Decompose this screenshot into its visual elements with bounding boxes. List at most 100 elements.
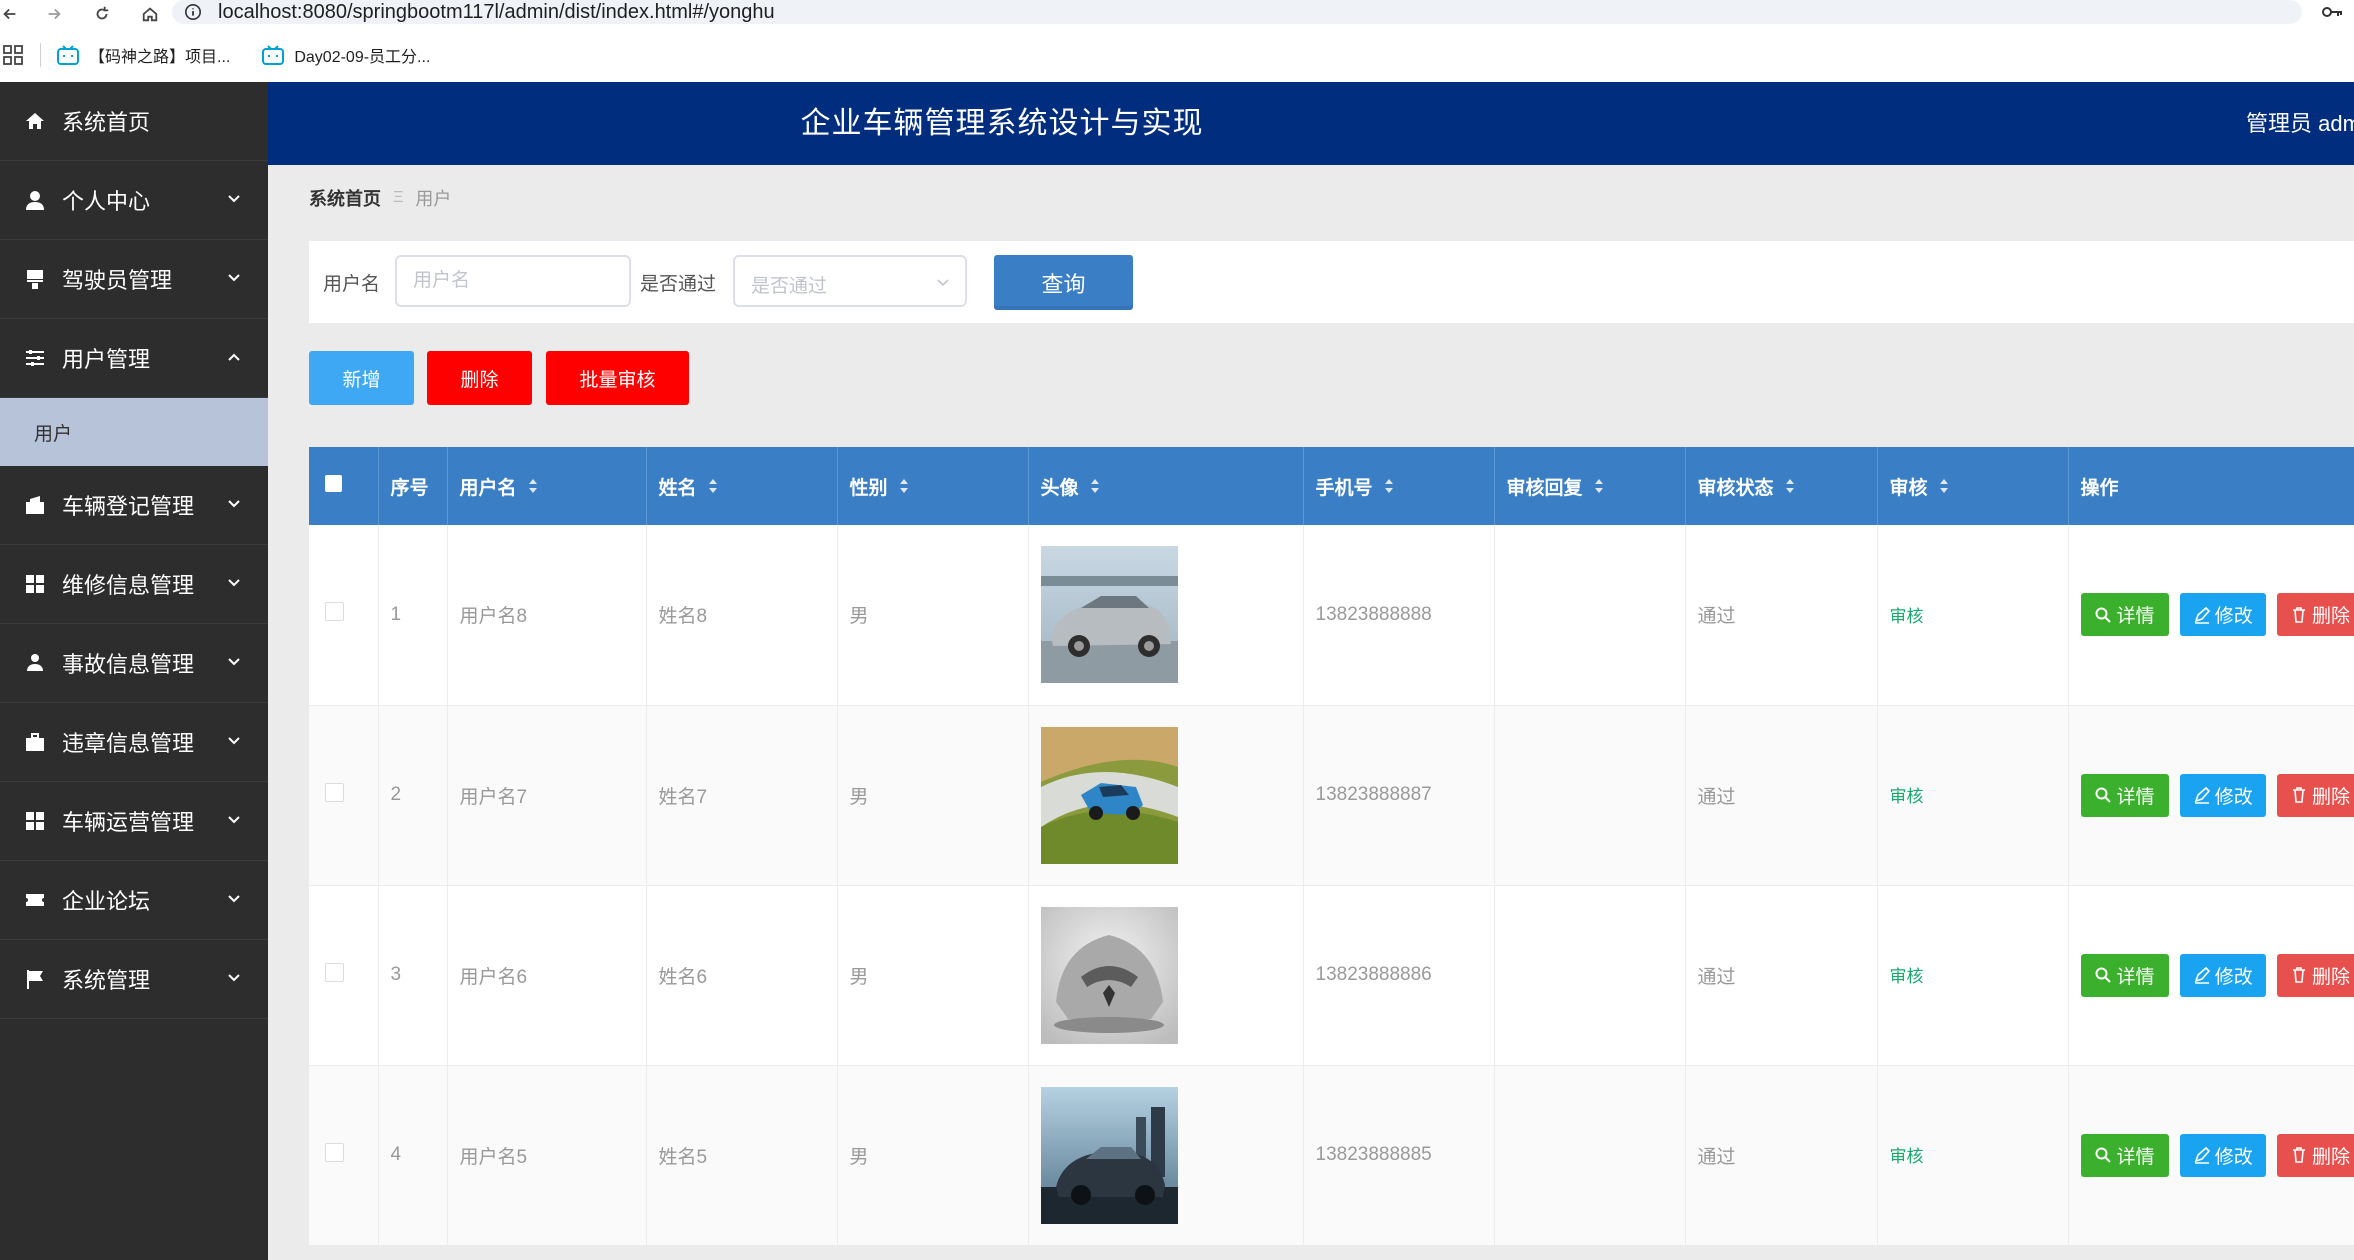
cell-audit: 审核 <box>1877 705 2069 886</box>
row-checkbox[interactable] <box>325 602 344 622</box>
row-delete-button[interactable]: 删除 <box>2277 593 2354 637</box>
breadcrumb: 系统首页 Ξ 用户 <box>309 185 451 211</box>
detail-button[interactable]: 详情 <box>2080 593 2169 637</box>
sort-icon[interactable] <box>707 477 719 495</box>
home-browser-icon[interactable] <box>136 2 164 26</box>
sort-icon[interactable] <box>527 477 539 495</box>
suitcase-icon <box>22 729 48 755</box>
cell-actions: 详情 修改 删除 <box>2068 525 2354 706</box>
edit-button[interactable]: 修改 <box>2179 773 2266 817</box>
cell-name: 姓名7 <box>646 705 838 886</box>
row-checkbox-cell[interactable] <box>309 1065 379 1246</box>
cell-gender: 男 <box>837 885 1029 1066</box>
row-checkbox[interactable] <box>325 1142 344 1162</box>
row-checkbox[interactable] <box>325 962 344 982</box>
edit-button[interactable]: 修改 <box>2179 593 2266 637</box>
trash-icon <box>2293 787 2306 803</box>
column-header-status[interactable]: 审核状态 <box>1685 447 1878 525</box>
sidebar-item-drivers[interactable]: 驾驶员管理 <box>0 240 268 319</box>
app-title: 企业车辆管理系统设计与实现 <box>800 107 1204 140</box>
row-delete-button[interactable]: 删除 <box>2277 1133 2354 1177</box>
detail-button[interactable]: 详情 <box>2080 773 2169 817</box>
back-icon[interactable] <box>0 2 20 26</box>
row-checkbox-cell[interactable] <box>309 885 379 1066</box>
sidebar-item-personal-center[interactable]: 个人中心 <box>0 161 268 240</box>
sidebar-item-accidents[interactable]: 事故信息管理 <box>0 624 268 703</box>
select-all-header[interactable] <box>309 447 379 525</box>
sort-icon[interactable] <box>1383 477 1395 495</box>
column-header-name[interactable]: 姓名 <box>646 447 838 525</box>
sliders-icon <box>22 345 48 371</box>
trash-icon <box>2293 1147 2306 1163</box>
row-checkbox-cell[interactable] <box>309 525 379 706</box>
chevron-down-icon <box>228 816 240 824</box>
sidebar-subitem-user[interactable]: 用户 <box>0 398 268 466</box>
bilibili-icon <box>57 45 79 65</box>
sidebar-item-home[interactable]: 系统首页 <box>0 82 268 161</box>
user-icon <box>22 187 48 213</box>
column-header-avatar[interactable]: 头像 <box>1028 447 1304 525</box>
passed-select-placeholder: 是否通过 <box>751 276 828 297</box>
sort-icon[interactable] <box>1784 477 1796 495</box>
sidebar-item-vehicle-registration[interactable]: 车辆登记管理 <box>0 466 268 545</box>
bookmark-item[interactable]: Day02-09-员工分... <box>262 43 430 67</box>
edit-button[interactable]: 修改 <box>2179 1133 2266 1177</box>
column-header-username[interactable]: 用户名 <box>447 447 647 525</box>
delete-button[interactable]: 删除 <box>427 351 532 405</box>
edit-button[interactable]: 修改 <box>2179 953 2266 997</box>
avatar-image[interactable] <box>1040 726 1178 864</box>
sidebar-item-violations[interactable]: 违章信息管理 <box>0 703 268 782</box>
reload-icon[interactable] <box>88 2 116 26</box>
detail-button[interactable]: 详情 <box>2080 1133 2169 1177</box>
avatar-image[interactable] <box>1040 906 1178 1044</box>
select-all-checkbox[interactable] <box>325 474 342 492</box>
cell-avatar <box>1028 885 1304 1066</box>
sidebar-item-system[interactable]: 系统管理 <box>0 940 268 1019</box>
row-checkbox-cell[interactable] <box>309 705 379 886</box>
column-header-audit[interactable]: 审核 <box>1877 447 2069 525</box>
row-checkbox[interactable] <box>325 782 344 802</box>
column-header-gender[interactable]: 性别 <box>837 447 1029 525</box>
audit-link[interactable]: 审核 <box>1890 967 1924 986</box>
address-bar[interactable]: localhost:8080/springbootm117l/admin/dis… <box>172 0 2302 24</box>
sidebar-item-operations[interactable]: 车辆运营管理 <box>0 782 268 861</box>
cell-name: 姓名8 <box>646 525 838 706</box>
breadcrumb-current: 用户 <box>415 189 452 209</box>
sort-icon[interactable] <box>1593 477 1605 495</box>
browser-toolbar: localhost:8080/springbootm117l/admin/dis… <box>0 0 2354 28</box>
cell-username: 用户名5 <box>447 1065 647 1246</box>
cell-phone: 13823888887 <box>1303 705 1495 886</box>
site-info-icon[interactable] <box>182 1 204 23</box>
passed-select[interactable]: 是否通过 <box>733 255 967 307</box>
chevron-down-icon <box>228 579 240 587</box>
detail-button[interactable]: 详情 <box>2080 953 2169 997</box>
sort-icon[interactable] <box>1938 477 1950 495</box>
sidebar-item-user-management[interactable]: 用户管理 <box>0 319 268 398</box>
breadcrumb-home[interactable]: 系统首页 <box>309 185 381 211</box>
query-button[interactable]: 查询 <box>994 255 1133 310</box>
current-user[interactable]: 管理员 admin <box>2246 82 2354 165</box>
main-content: 系统首页 Ξ 用户 用户名 是否通过 是否通过 查询 新增 删除 批量审核 序号… <box>268 165 2354 1260</box>
avatar-image[interactable] <box>1040 546 1178 684</box>
cell-status: 通过 <box>1685 1065 1878 1246</box>
row-delete-button[interactable]: 删除 <box>2277 953 2354 997</box>
apps-grid-icon[interactable] <box>2 44 24 66</box>
username-search-input[interactable] <box>395 255 631 307</box>
key-icon[interactable] <box>2320 2 2344 27</box>
audit-link[interactable]: 审核 <box>1890 787 1924 806</box>
column-header-reply[interactable]: 审核回复 <box>1494 447 1686 525</box>
forward-icon[interactable] <box>40 2 68 26</box>
cell-index: 2 <box>378 705 448 886</box>
add-button[interactable]: 新增 <box>309 351 414 405</box>
audit-link[interactable]: 审核 <box>1890 1147 1924 1166</box>
sort-icon[interactable] <box>1089 477 1101 495</box>
avatar-image[interactable] <box>1040 1086 1178 1224</box>
column-header-phone[interactable]: 手机号 <box>1303 447 1495 525</box>
audit-link[interactable]: 审核 <box>1890 607 1924 626</box>
row-delete-button[interactable]: 删除 <box>2277 773 2354 817</box>
sidebar-item-maintenance[interactable]: 维修信息管理 <box>0 545 268 624</box>
bookmark-item[interactable]: 【码神之路】项目... <box>57 43 230 67</box>
sort-icon[interactable] <box>898 477 910 495</box>
batch-audit-button[interactable]: 批量审核 <box>546 351 689 405</box>
sidebar-item-forum[interactable]: 企业论坛 <box>0 861 268 940</box>
